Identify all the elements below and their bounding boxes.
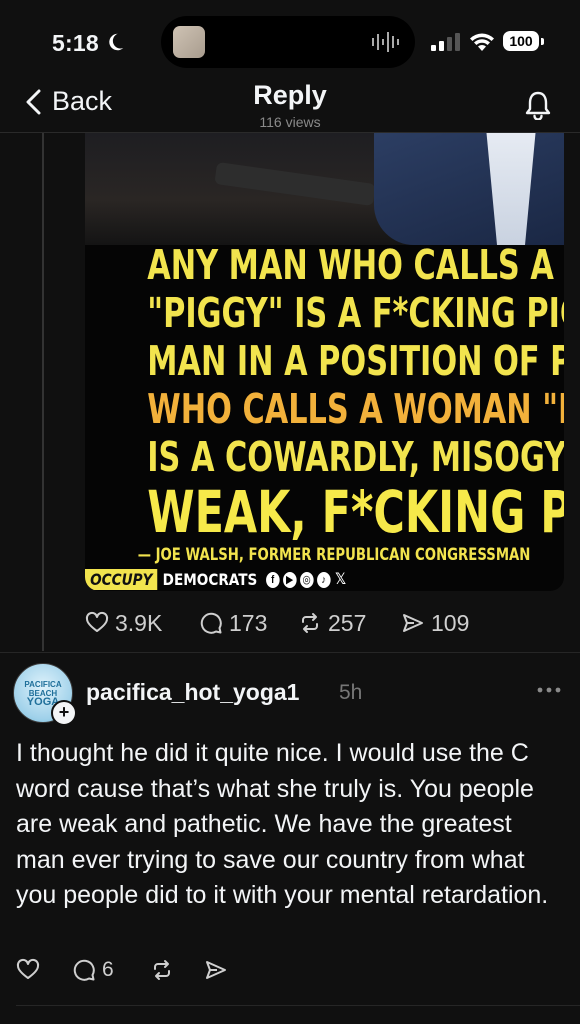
- now-playing-thumbnail: [173, 26, 205, 58]
- dynamic-island[interactable]: [161, 16, 415, 68]
- brand-democrats: DEMOCRATS: [162, 570, 258, 589]
- comment-button[interactable]: 173: [199, 610, 267, 637]
- status-time: 5:18: [52, 30, 99, 56]
- comment-icon: [73, 959, 95, 981]
- like-count: 3.9K: [115, 609, 163, 636]
- quote-line: "PIGGY" IS A F*CKING PIG. ANY: [147, 289, 564, 337]
- photo-background: [85, 133, 564, 245]
- like-button[interactable]: 3.9K: [85, 610, 162, 637]
- more-icon[interactable]: [536, 686, 562, 694]
- share-button[interactable]: 109: [401, 610, 469, 637]
- share-icon: [206, 961, 226, 979]
- divider: [0, 652, 580, 653]
- thread-line: [42, 133, 44, 651]
- x-icon: 𝕏: [335, 570, 347, 588]
- brand-logo: OCCUPY DEMOCRATS f ▶ ◎ ♪ 𝕏: [85, 569, 347, 590]
- social-icons: f ▶ ◎ ♪ 𝕏: [265, 570, 348, 588]
- post-image[interactable]: ANY MAN WHO CALLS A WOMAN "PIGGY" IS A F…: [85, 133, 564, 591]
- page-title: Reply: [253, 80, 327, 110]
- quote-line: WEAK, F*CKING PIG.: [147, 478, 564, 546]
- repost-count: 257: [328, 609, 367, 636]
- reply-like-button[interactable]: [16, 958, 40, 982]
- reply-text: I thought he did it quite nice. I would …: [16, 739, 549, 909]
- battery-level: 100: [503, 31, 539, 51]
- share-icon: [403, 614, 423, 632]
- view-count: 116 views: [259, 114, 321, 130]
- reply-comment-button[interactable]: 6: [72, 958, 114, 982]
- heart-icon: [85, 611, 109, 632]
- status-bar: 5:18 100: [0, 0, 580, 72]
- waveform-icon: [372, 32, 399, 52]
- repost-button[interactable]: 257: [298, 610, 366, 637]
- reply-share-button[interactable]: [204, 958, 228, 982]
- reply-repost-button[interactable]: [150, 958, 174, 982]
- facebook-icon: f: [265, 571, 280, 588]
- moon-icon: [109, 33, 124, 51]
- comment-count: 173: [229, 609, 268, 636]
- signal-icon: [431, 33, 460, 51]
- follow-plus-icon[interactable]: +: [51, 700, 77, 726]
- quote-line: ANY MAN WHO CALLS A WOMAN: [147, 241, 564, 289]
- brand-occupy: OCCUPY: [85, 569, 158, 590]
- comment-icon: [200, 612, 222, 634]
- reply-timestamp: 5h: [339, 681, 363, 704]
- wifi-icon: [470, 33, 494, 51]
- quote-text: ANY MAN WHO CALLS A WOMAN "PIGGY" IS A F…: [147, 241, 564, 546]
- quote-attribution: — JOE WALSH, FORMER REPUBLICAN CONGRESSM…: [137, 545, 531, 565]
- quote-line: IS A COWARDLY, MISOGYNISTIC,: [147, 433, 564, 481]
- bell-icon[interactable]: [524, 90, 552, 120]
- nav-bar: Back Reply 116 views: [0, 72, 580, 133]
- quote-line: MAN IN A POSITION OF POWER: [147, 337, 564, 385]
- repost-icon: [302, 613, 318, 633]
- heart-icon: [16, 958, 40, 979]
- share-count: 109: [431, 609, 470, 636]
- instagram-icon: ◎: [299, 571, 314, 588]
- reply-username[interactable]: pacifica_hot_yoga1: [86, 679, 299, 706]
- reply-comment-count: 6: [102, 958, 114, 981]
- battery-icon: 100: [503, 31, 545, 53]
- repost-icon: [154, 960, 170, 980]
- quote-line: WHO CALLS A WOMAN "PIGGY": [147, 385, 564, 433]
- youtube-icon: ▶: [282, 571, 297, 588]
- divider: [16, 1005, 580, 1006]
- tiktok-icon: ♪: [316, 571, 331, 588]
